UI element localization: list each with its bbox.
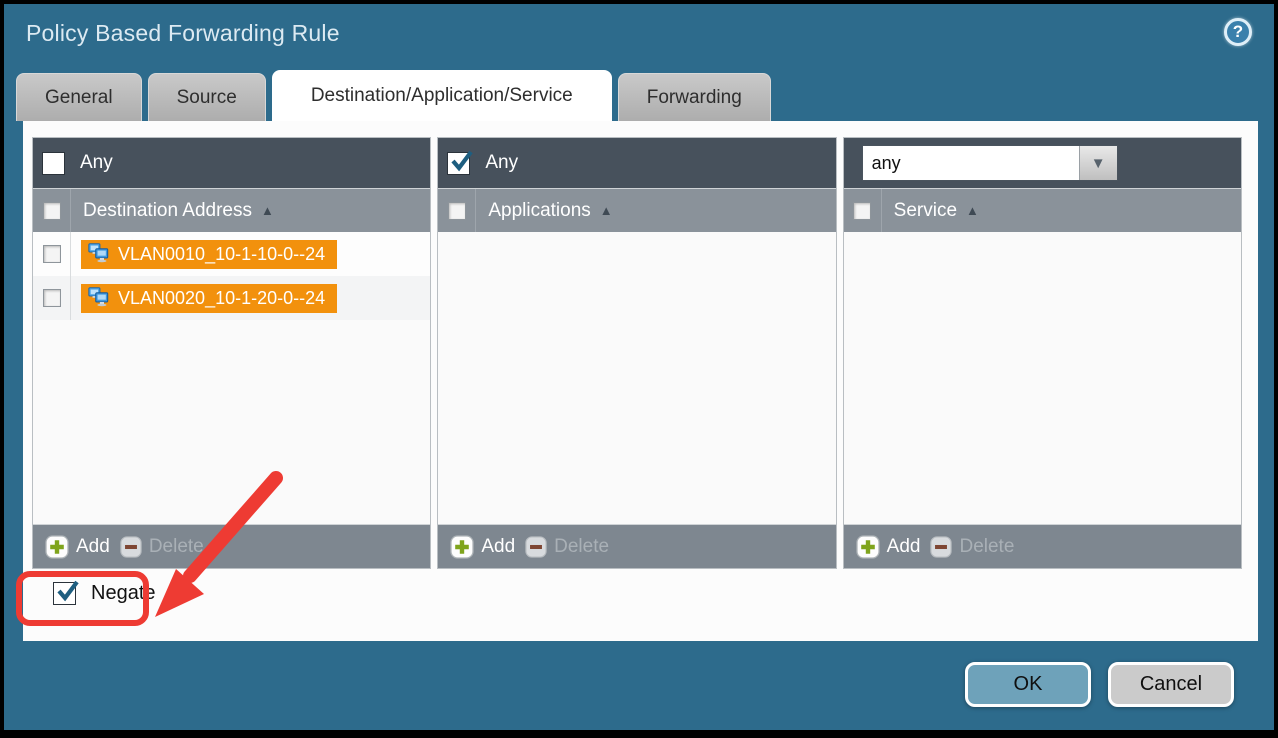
plus-icon <box>450 535 474 559</box>
applications-any-checkbox[interactable] <box>447 152 470 175</box>
dialog-title: Policy Based Forwarding Rule <box>26 20 340 47</box>
applications-column-header[interactable]: Applications <box>488 200 590 222</box>
delete-button[interactable]: Delete <box>525 536 609 558</box>
minus-icon <box>930 536 952 558</box>
negate-checkbox[interactable] <box>53 582 76 605</box>
table-row: VLAN0010_10-1-10-0--24 <box>33 232 430 276</box>
service-list <box>844 232 1241 524</box>
address-object-label: VLAN0020_10-1-20-0--24 <box>118 288 325 309</box>
cancel-button[interactable]: Cancel <box>1108 662 1234 707</box>
sort-ascending-icon: ▲ <box>966 203 979 218</box>
add-button[interactable]: Add <box>450 535 515 559</box>
delete-button[interactable]: Delete <box>930 536 1014 558</box>
delete-label: Delete <box>554 536 609 558</box>
delete-label: Delete <box>959 536 1014 558</box>
dialog-action-buttons: OK Cancel <box>965 662 1234 707</box>
add-button[interactable]: Add <box>856 535 921 559</box>
row-checkbox[interactable] <box>43 245 61 263</box>
row-checkbox[interactable] <box>43 289 61 307</box>
add-button[interactable]: Add <box>45 535 110 559</box>
ok-button[interactable]: OK <box>965 662 1091 707</box>
destination-any-checkbox[interactable] <box>42 152 65 175</box>
policy-based-forwarding-dialog: Policy Based Forwarding Rule ? General S… <box>0 0 1278 734</box>
destination-select-all-checkbox[interactable] <box>43 202 61 220</box>
chevron-down-icon[interactable]: ▼ <box>1079 146 1117 180</box>
applications-column: Any Applications ▲ Add <box>437 137 836 569</box>
plus-icon <box>856 535 880 559</box>
tab-content-panel: Any Destination Address ▲ <box>23 121 1258 641</box>
tab-forwarding[interactable]: Forwarding <box>618 73 771 121</box>
tab-general[interactable]: General <box>16 73 142 121</box>
service-select-all-checkbox[interactable] <box>853 202 871 220</box>
network-address-icon <box>87 241 110 268</box>
address-object-chip[interactable]: VLAN0020_10-1-20-0--24 <box>81 284 337 313</box>
network-address-icon <box>87 285 110 312</box>
destination-any-label: Any <box>80 152 113 174</box>
add-label: Add <box>887 536 921 558</box>
service-type-value: any <box>863 146 1079 180</box>
tab-destination-application-service[interactable]: Destination/Application/Service <box>272 70 612 121</box>
address-object-chip[interactable]: VLAN0010_10-1-10-0--24 <box>81 240 337 269</box>
tab-source[interactable]: Source <box>148 73 266 121</box>
negate-control: Negate <box>53 582 156 605</box>
help-icon[interactable]: ? <box>1224 18 1252 46</box>
negate-label: Negate <box>91 582 156 605</box>
minus-icon <box>525 536 547 558</box>
sort-ascending-icon: ▲ <box>600 203 613 218</box>
applications-select-all-checkbox[interactable] <box>448 202 466 220</box>
address-object-label: VLAN0010_10-1-10-0--24 <box>118 244 325 265</box>
destination-column-header[interactable]: Destination Address <box>83 200 252 222</box>
service-column: any ▼ Service ▲ Add <box>843 137 1242 569</box>
minus-icon <box>120 536 142 558</box>
table-row: VLAN0020_10-1-20-0--24 <box>33 276 430 320</box>
sort-ascending-icon: ▲ <box>261 203 274 218</box>
add-label: Add <box>481 536 515 558</box>
applications-list <box>438 232 835 524</box>
service-type-dropdown[interactable]: any ▼ <box>862 145 1118 181</box>
delete-label: Delete <box>149 536 204 558</box>
add-label: Add <box>76 536 110 558</box>
plus-icon <box>45 535 69 559</box>
delete-button[interactable]: Delete <box>120 536 204 558</box>
applications-any-label: Any <box>485 152 518 174</box>
service-column-header[interactable]: Service <box>894 200 957 222</box>
tab-bar: General Source Destination/Application/S… <box>16 70 1262 121</box>
destination-address-list: VLAN0010_10-1-10-0--24 <box>33 232 430 524</box>
destination-address-column: Any Destination Address ▲ <box>32 137 431 569</box>
